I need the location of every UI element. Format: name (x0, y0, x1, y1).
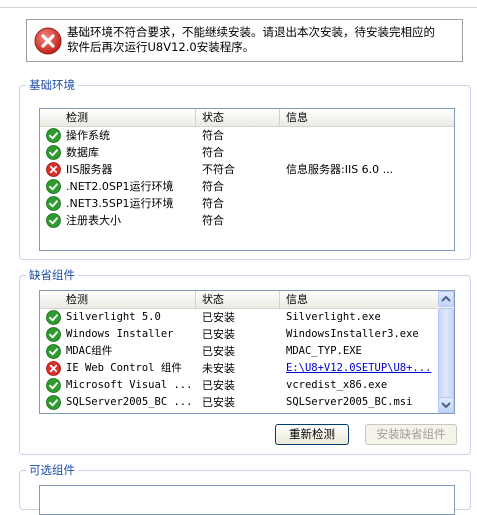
row-name: Silverlight 5.0 (66, 311, 161, 323)
default-components-list[interactable]: 检测 状态 信息 Silverlight 5.0 已安装 Silverlight.e… (39, 290, 455, 414)
column-header-check[interactable]: 检测 (60, 291, 196, 308)
check-icon (46, 179, 61, 194)
row-status: 已安装 (202, 396, 235, 409)
row-info: Silverlight.exe (286, 311, 381, 323)
check-icon (46, 395, 61, 410)
scroll-up-button[interactable] (438, 291, 454, 307)
scroll-thumb[interactable] (438, 308, 454, 401)
basic-environment-list[interactable]: 检测 状态 信息 操作系统 符合 数据库 符合 IIS服务器 不符合 信息服务器:IIS 6… (39, 108, 455, 251)
column-header-info[interactable]: 信息 (280, 291, 440, 308)
row-status: 已安装 (202, 345, 235, 358)
error-message: 基础环境不符合要求，不能继续安装。请退出本次安装，待安装完相应的 软件后再次运行… (67, 25, 457, 55)
top-divider (0, 7, 477, 8)
error-banner: 基础环境不符合要求，不能继续安装。请退出本次安装，待安装完相应的 软件后再次运行… (26, 19, 463, 62)
row-info: vcredist_x86.exe (286, 379, 388, 391)
row-name: Windows Installer (66, 328, 174, 340)
row-status: 符合 (202, 146, 224, 159)
row-name: .NET2.0SP1运行环境 (66, 180, 174, 193)
row-name: 注册表大小 (66, 214, 121, 227)
row-info: MDAC_TYP.EXE (286, 345, 362, 357)
check-icon (46, 196, 61, 211)
error-message-line1: 基础环境不符合要求，不能继续安装。请退出本次安装，待安装完相应的 (67, 25, 435, 39)
default-components-group: 缺省组件 检测 状态 信息 Silverlight 5.0 已安装 Silverli… (19, 268, 471, 455)
row-name: 数据库 (66, 146, 99, 159)
row-status: 符合 (202, 180, 224, 193)
basic-environment-title: 基础环境 (26, 78, 78, 92)
column-header-check[interactable]: 检测 (60, 109, 196, 126)
row-status: 符合 (202, 197, 224, 210)
row-status: 符合 (202, 214, 224, 227)
vertical-scrollbar[interactable] (438, 291, 454, 413)
column-header-status[interactable]: 状态 (196, 109, 280, 126)
row-name: MDAC组件 (66, 345, 113, 357)
row-info: WindowsInstaller3.exe (286, 328, 419, 340)
error-icon (46, 361, 61, 376)
install-default-components-button[interactable]: 安装缺省组件 (365, 424, 457, 445)
column-header-info[interactable]: 信息 (280, 109, 454, 126)
row-info[interactable]: E:\U8+V12.0SETUP\U8+... (286, 360, 431, 377)
row-name: SQLServer2005_BC ... (66, 396, 193, 408)
row-status: 不符合 (202, 163, 235, 176)
check-icon (46, 128, 61, 143)
error-message-line2: 软件后再次运行U8V12.0安装程序。 (67, 40, 255, 54)
row-status: 已安装 (202, 311, 235, 324)
chevron-up-icon (441, 295, 451, 302)
row-name: 操作系统 (66, 129, 110, 142)
optional-components-list[interactable] (39, 485, 455, 515)
row-info: SQLServer2005_BC.msi (286, 396, 413, 408)
row-name: .NET3.5SP1运行环境 (66, 197, 174, 210)
row-status: 已安装 (202, 328, 235, 341)
row-name: IIS服务器 (66, 163, 113, 176)
error-icon (46, 162, 61, 177)
list-header: 检测 状态 信息 (40, 109, 454, 127)
list-header: 检测 状态 信息 (40, 291, 438, 309)
recheck-button[interactable]: 重新检测 (275, 424, 349, 445)
scroll-down-button[interactable] (438, 397, 454, 413)
basic-environment-group: 基础环境 检测 状态 信息 操作系统 符合 数据库 符合 IIS服务器 不符合 信息服务器:… (19, 78, 471, 260)
row-info: 信息服务器:IIS 6.0 ... (286, 163, 394, 176)
check-icon (46, 310, 61, 325)
check-icon (46, 344, 61, 359)
optional-components-group: 可选组件 (19, 463, 471, 515)
row-status: 已安装 (202, 379, 235, 392)
chevron-down-icon (441, 402, 451, 409)
check-icon (46, 327, 61, 342)
row-status: 未安装 (202, 362, 235, 375)
check-icon (46, 145, 61, 160)
row-name: Microsoft Visual ... (66, 379, 193, 391)
optional-components-title: 可选组件 (26, 463, 78, 477)
check-icon (46, 213, 61, 228)
row-status: 符合 (202, 129, 224, 142)
row-name: IE Web Control 组件 (66, 362, 182, 374)
check-icon (46, 378, 61, 393)
column-header-status[interactable]: 状态 (196, 291, 280, 308)
error-icon (34, 27, 62, 55)
default-components-title: 缺省组件 (26, 268, 78, 282)
